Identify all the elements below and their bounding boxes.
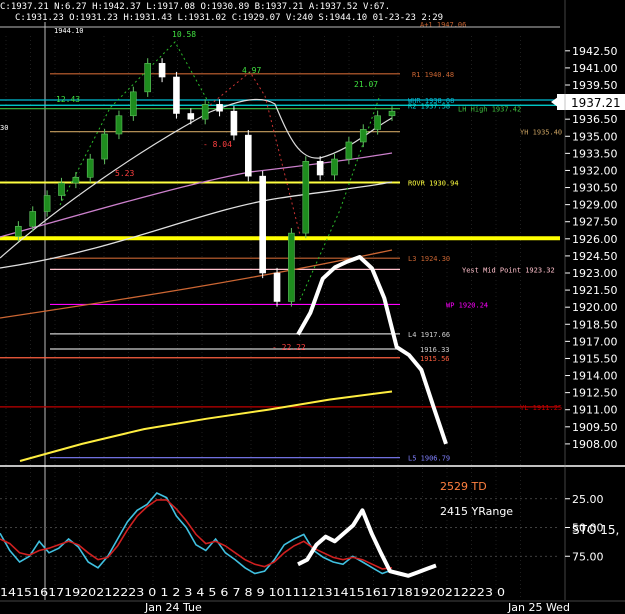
candle-body	[187, 113, 195, 120]
date-label-jan25: Jan 25 Wed	[507, 601, 570, 614]
candle-body	[130, 91, 137, 117]
price-tick-label: 1914.00	[572, 370, 618, 383]
td-stat: 2529 TD	[440, 480, 487, 493]
candle-body	[43, 195, 51, 212]
price-tick-label: 1941.00	[572, 62, 618, 75]
left-annotation: 5.23	[115, 169, 134, 178]
candle-body	[388, 110, 396, 117]
candle-body	[244, 134, 252, 177]
candle-body	[201, 104, 209, 120]
candle-body	[158, 63, 166, 78]
price-tick-label: 1924.50	[572, 250, 618, 263]
price-tick-label: 1939.50	[572, 79, 618, 92]
level-label: LH High 1937.42	[458, 106, 521, 114]
price-tick-label: 1926.00	[572, 233, 618, 246]
candle-body	[29, 211, 37, 227]
candle-body	[331, 158, 338, 176]
price-tick-label: 1933.50	[572, 147, 618, 160]
price-tick-label: 1942.50	[572, 45, 618, 58]
stochastic-label: STO 15,	[572, 523, 619, 537]
price-tick-label: 1929.00	[572, 199, 618, 212]
level-label: L4 1917.66	[408, 331, 450, 339]
swing-high-2: 4.97	[242, 66, 261, 75]
candle-body	[316, 161, 324, 176]
price-tick-label: 1915.50	[572, 352, 618, 365]
level-label: R1 1940.48	[412, 71, 454, 79]
price-tick-label: 1921.50	[572, 284, 618, 297]
yrange-stat: 2415 YRange	[440, 505, 513, 518]
price-tick-label: 1930.50	[572, 182, 618, 195]
left-partial-label: 30	[0, 124, 8, 132]
candle-body	[374, 115, 381, 130]
price-tick-label: 1918.50	[572, 318, 618, 331]
level-label: 1916.33	[420, 346, 450, 354]
stoch-tick-label: 25.00	[572, 493, 604, 506]
candle-body	[259, 175, 266, 274]
last-price-label: 1937.21	[571, 96, 621, 110]
price-tick-label: 1923.00	[572, 267, 618, 280]
stoch-tick-label: 75.00	[572, 550, 604, 563]
candle-body	[345, 141, 353, 160]
price-tick-label: 1909.50	[572, 421, 618, 434]
swing-low-1: - 8.04	[203, 140, 232, 149]
price-tick-label: 1920.00	[572, 301, 618, 314]
ohlc-status-line: C:1937.21 N:6.27 H:1942.37 L:1917.08 O:1…	[0, 2, 390, 12]
crosshair-price: 1944.10	[54, 27, 84, 35]
swing-low-2: - 22.22	[272, 343, 306, 352]
swing-high-1: 10.58	[172, 30, 196, 39]
level-label: 1915.56	[420, 355, 450, 363]
candle-body	[173, 76, 180, 114]
price-tick-label: 1917.00	[572, 335, 618, 348]
price-tick-label: 1932.00	[572, 164, 618, 177]
candle-body	[359, 129, 367, 143]
candle-body	[58, 182, 65, 196]
level-label: YH 1935.40	[520, 129, 562, 137]
candle-body	[101, 133, 108, 160]
status-line-2: C:1931.23 O:1931.23 H:1931.43 L:1931.02 …	[15, 13, 443, 23]
price-tick-label: 1911.00	[572, 404, 618, 417]
candle-body	[15, 225, 22, 237]
level-label: YL 1911.25	[520, 404, 562, 412]
swing-high-3: 21.07	[354, 80, 378, 89]
price-chart[interactable]: C:1937.21 N:6.27 H:1942.37 L:1917.08 O:1…	[0, 0, 625, 614]
candle-body	[273, 272, 281, 302]
price-tick-label: 1912.50	[572, 387, 618, 400]
price-tick-label: 1935.00	[572, 130, 618, 143]
candle-body	[86, 158, 94, 178]
level-label: R2 1937.58	[408, 102, 450, 110]
candle-body	[230, 110, 238, 136]
date-label-jan24: Jan 24 Tue	[144, 601, 202, 614]
level-label: ROVR 1930.94	[408, 180, 459, 188]
level-label: L5 1906.79	[408, 455, 450, 463]
price-tick-label: 1908.00	[572, 438, 618, 451]
top-partial-level: A+1 1947.06	[420, 21, 466, 29]
time-axis-hours: 141516171920212223 0 1 2 3 4 5 6 7 8 9 1…	[0, 586, 505, 599]
level-label: Yest Mid Point 1923.32	[462, 266, 555, 274]
price-tick-label: 1927.50	[572, 216, 618, 229]
candle-body	[288, 232, 295, 302]
level-label: L3 1924.30	[408, 255, 450, 263]
candle-body	[216, 104, 223, 112]
candle-body	[302, 161, 310, 234]
candle-body	[144, 63, 152, 93]
candle-body	[115, 115, 123, 135]
level-label: WP 1920.24	[446, 301, 488, 309]
candle-body	[72, 176, 80, 184]
left-annotation-2: 12.43	[56, 95, 80, 104]
price-tick-label: 1936.50	[572, 113, 618, 126]
